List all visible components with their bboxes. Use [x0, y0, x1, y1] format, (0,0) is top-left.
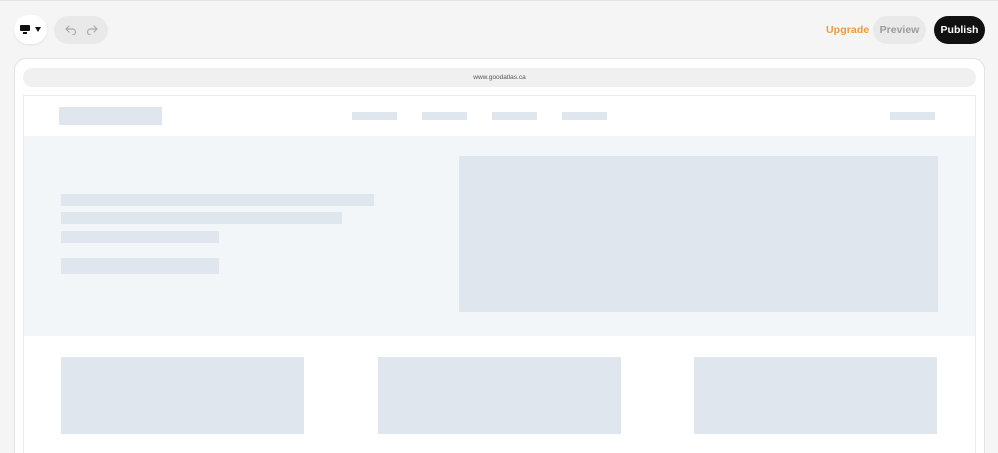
browser-preview-frame: www.goodatlas.ca	[14, 58, 985, 453]
undo-icon	[64, 25, 76, 35]
hero-text-line-placeholder	[61, 194, 374, 206]
redo-icon	[86, 25, 98, 35]
hero-text-line-placeholder	[61, 212, 342, 224]
hero-text-line-placeholder	[61, 231, 219, 243]
upgrade-link[interactable]: Upgrade	[826, 24, 869, 36]
card-placeholder	[694, 357, 937, 434]
nav-item-placeholder	[562, 112, 607, 120]
nav-item-placeholder	[492, 112, 537, 120]
caret-down-icon	[35, 27, 41, 32]
nav-item-placeholder	[352, 112, 397, 120]
hero-button-placeholder	[61, 258, 219, 274]
hero-image-placeholder	[459, 156, 938, 312]
device-selector-button[interactable]	[14, 15, 47, 44]
url-bar: www.goodatlas.ca	[23, 68, 976, 87]
undo-button[interactable]	[62, 21, 80, 39]
nav-item-placeholder	[422, 112, 467, 120]
monitor-icon	[20, 25, 30, 34]
preview-button[interactable]: Preview	[873, 16, 926, 44]
history-controls	[54, 16, 108, 44]
card-placeholder	[61, 357, 304, 434]
nav-cta-placeholder	[890, 112, 935, 120]
site-preview	[23, 95, 976, 453]
redo-button[interactable]	[83, 21, 101, 39]
hero-section	[24, 136, 975, 336]
publish-button[interactable]: Publish	[934, 16, 985, 44]
card-placeholder	[378, 357, 621, 434]
logo-placeholder	[59, 107, 162, 125]
